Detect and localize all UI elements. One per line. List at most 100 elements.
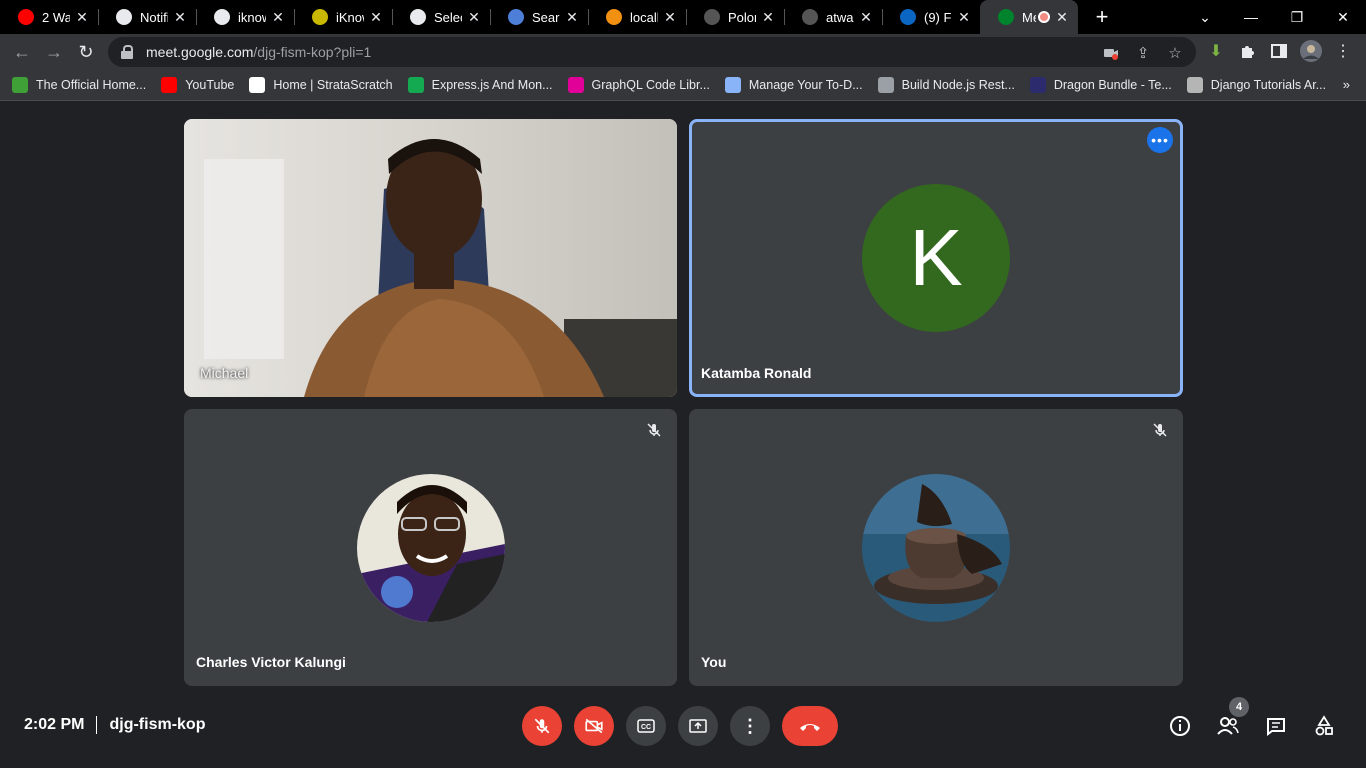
bookmark-item[interactable]: GraphQL Code Libr... (567, 77, 710, 93)
share-icon[interactable]: ⇪ (1134, 44, 1152, 62)
bookmark-label: Manage Your To-D... (748, 78, 863, 92)
browser-tab[interactable]: iknowf✕ (196, 0, 294, 34)
info-icon (1170, 716, 1190, 736)
back-icon[interactable]: ← (6, 36, 38, 68)
participant-tile-michael[interactable]: Michael (184, 119, 677, 397)
activities-shapes-icon (1315, 715, 1333, 736)
bookmark-label: The Official Home... (36, 78, 147, 92)
present-screen-button[interactable] (678, 706, 718, 746)
captions-button[interactable]: CC (626, 706, 666, 746)
github-icon (704, 9, 720, 25)
bookmark-label: GraphQL Code Libr... (591, 78, 710, 92)
recording-indicator-icon (1038, 11, 1050, 23)
bookmark-star-icon[interactable]: ☆ (1166, 44, 1184, 62)
meeting-code: djg-fism-kop (109, 716, 206, 733)
tab-title: Notific (140, 9, 168, 25)
bookmark-item[interactable]: Django Tutorials Ar... (1186, 77, 1326, 93)
bookmarks-overflow-icon[interactable]: » (1343, 77, 1350, 92)
activities-button[interactable] (1311, 713, 1337, 739)
mdn-icon (1186, 77, 1203, 93)
dragon-icon (1029, 77, 1046, 93)
tab-close-icon[interactable]: ✕ (858, 9, 874, 26)
divider (96, 716, 98, 734)
browser-tab-strip: 2 Ways✕Notific✕iknowf✕iKnow✕Select✕Searc… (0, 0, 1366, 34)
youtube-icon (161, 77, 178, 93)
participant-name: You (701, 654, 727, 670)
linkedin-icon (900, 9, 916, 25)
browser-tab[interactable]: Notific✕ (98, 0, 196, 34)
mic-off-icon (1149, 419, 1171, 441)
restore-icon[interactable]: ❐ (1274, 0, 1320, 34)
tab-close-icon[interactable]: ✕ (466, 9, 482, 26)
bookmark-item[interactable]: YouTube (161, 77, 234, 93)
close-window-icon[interactable]: ✕ (1320, 0, 1366, 34)
tab-close-icon[interactable]: ✕ (74, 9, 90, 26)
download-extension-icon[interactable]: ⬇ (1205, 40, 1227, 62)
camera-toggle-button[interactable] (574, 706, 614, 746)
more-options-icon[interactable]: ••• (1147, 127, 1173, 153)
browser-toolbar: ← → ↻ meet.google.com/djg-fism-kop?pli=1… (0, 34, 1366, 70)
url-path: /djg-fism-kop?pli=1 (253, 44, 372, 60)
browser-tab[interactable]: Select✕ (392, 0, 490, 34)
side-panel-icon[interactable] (1268, 40, 1290, 62)
bookmark-label: Home | StrataScratch (273, 78, 393, 92)
new-tab-icon[interactable]: + (1090, 4, 1114, 30)
mic-toggle-button[interactable] (522, 706, 562, 746)
tab-title: 2 Ways (42, 9, 70, 25)
participant-name: Katamba Ronald (701, 365, 812, 381)
closed-captions-icon: CC (637, 719, 655, 733)
meeting-details-button[interactable] (1167, 713, 1193, 739)
browser-tab[interactable]: localh✕ (588, 0, 686, 34)
participant-video-feed (184, 119, 677, 397)
avatar (862, 473, 1010, 622)
browser-tab[interactable]: 2 Ways✕ (0, 0, 98, 34)
braces-icon (877, 77, 894, 93)
youtube-icon (18, 9, 34, 25)
browser-tab[interactable]: Me ✕ (980, 0, 1078, 34)
tab-close-icon[interactable]: ✕ (760, 9, 776, 26)
minimize-icon[interactable]: — (1228, 0, 1274, 34)
bookmark-item[interactable]: Express.js And Mon... (407, 77, 553, 93)
present-screen-icon (689, 719, 707, 733)
tab-close-icon[interactable]: ✕ (564, 9, 580, 26)
browser-tab[interactable]: atwan✕ (784, 0, 882, 34)
tab-close-icon[interactable]: ✕ (1054, 9, 1070, 26)
leave-call-button[interactable] (782, 706, 838, 746)
tab-close-icon[interactable]: ✕ (956, 9, 972, 26)
tab-close-icon[interactable]: ✕ (270, 9, 286, 26)
tab-close-icon[interactable]: ✕ (662, 9, 678, 26)
tab-title: Polonc (728, 9, 756, 25)
bookmark-item[interactable]: Home | StrataScratch (249, 77, 393, 93)
participant-tile-charles-victor-kalungi[interactable]: Charles Victor Kalungi (184, 409, 677, 686)
more-options-button[interactable]: ⋮ (730, 706, 770, 746)
bookmark-item[interactable]: Manage Your To-D... (724, 77, 863, 93)
browser-tab[interactable]: iKnow✕ (294, 0, 392, 34)
bookmark-item[interactable]: Dragon Bundle - Te... (1029, 77, 1172, 93)
camera-off-icon (585, 718, 603, 734)
tab-title: iknowf (238, 9, 266, 25)
camera-blocked-icon[interactable] (1102, 44, 1120, 62)
address-bar[interactable]: meet.google.com/djg-fism-kop?pli=1 ⇪ ☆ (108, 37, 1196, 67)
mic-off-icon (643, 419, 665, 441)
participant-name: Michael (200, 365, 249, 381)
extensions-puzzle-icon[interactable] (1236, 40, 1258, 62)
flag-icon (508, 9, 524, 25)
tab-title: atwan (826, 9, 854, 25)
forward-icon[interactable]: → (38, 36, 70, 68)
tab-close-icon[interactable]: ✕ (368, 9, 384, 26)
browser-menu-icon[interactable]: ⋮ (1332, 40, 1354, 62)
tab-search-icon[interactable]: ⌄ (1182, 0, 1228, 34)
browser-tab[interactable]: Search✕ (490, 0, 588, 34)
chat-icon (1267, 718, 1285, 736)
participant-tile-katamba-ronald[interactable]: ••• K Katamba Ronald (689, 119, 1183, 397)
mic-off-icon (534, 718, 550, 734)
profile-avatar[interactable] (1300, 40, 1322, 62)
tab-close-icon[interactable]: ✕ (172, 9, 188, 26)
participant-tile-you[interactable]: You (689, 409, 1183, 686)
chat-button[interactable] (1263, 713, 1289, 739)
browser-tab[interactable]: (9) Fee✕ (882, 0, 980, 34)
bookmark-item[interactable]: The Official Home... (12, 77, 146, 93)
bookmark-item[interactable]: Build Node.js Rest... (877, 77, 1015, 93)
browser-tab[interactable]: Polonc✕ (686, 0, 784, 34)
reload-icon[interactable]: ↻ (70, 36, 102, 68)
